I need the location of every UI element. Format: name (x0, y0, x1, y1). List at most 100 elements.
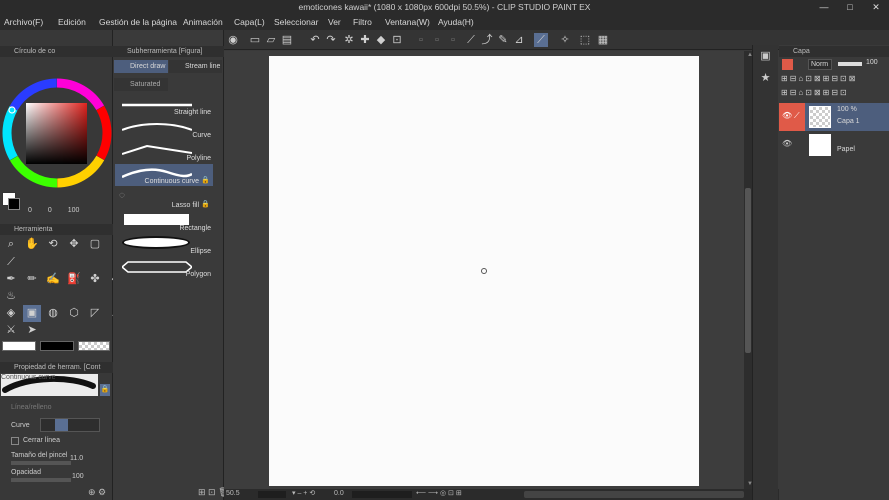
menu-filtro[interactable]: Filtro (353, 17, 372, 27)
invert-icon[interactable]: ▫ (430, 33, 444, 47)
curve-type-selector[interactable] (40, 418, 100, 432)
decoration-icon[interactable]: ✤ (86, 271, 104, 288)
new-file-icon[interactable]: ▭ (248, 33, 262, 47)
redo-icon[interactable]: ↷ (324, 33, 338, 47)
fill-icon[interactable]: ◈ (2, 305, 20, 322)
selection-icon[interactable]: ▢ (86, 236, 104, 253)
navigator-icon[interactable]: ▣ (758, 49, 773, 64)
angle-slider[interactable] (352, 491, 412, 498)
curve-type-selected[interactable] (55, 419, 68, 431)
layer-row-capa-1[interactable]: 👁 ⟋ 100 % Capa 1 (779, 103, 889, 131)
favorite-icon[interactable]: ★ (758, 71, 773, 86)
transform-icon[interactable]: ⊡ (390, 33, 404, 47)
curve-icon[interactable]: ⤴ (480, 33, 494, 47)
navigation-icons[interactable]: ⟵ ⟶ ◎ ⊡ ⊞ (416, 489, 462, 497)
tool-row-4: ♨ (2, 288, 20, 305)
airbrush-icon[interactable]: ⛽ (65, 271, 83, 288)
menu-ayuda[interactable]: Ayuda(H) (438, 17, 474, 27)
color-wheel[interactable] (0, 76, 113, 191)
eye-icon[interactable]: 👁 (782, 139, 792, 148)
balloon-icon[interactable]: ⚔ (2, 322, 20, 339)
frame-icon[interactable]: ⬡ (65, 305, 83, 322)
vertical-scrollbar-thumb[interactable] (745, 188, 751, 353)
tab-direct-draw[interactable]: Direct draw (114, 60, 168, 73)
frame-select-icon[interactable]: ⬚ (578, 33, 592, 47)
ellipse-preview (122, 236, 190, 249)
eyedropper-icon[interactable]: ⟋ (2, 254, 20, 271)
edit-line-icon[interactable]: ✎ (496, 33, 510, 47)
deselect-icon[interactable]: ▫ (414, 33, 428, 47)
horizontal-scrollbar[interactable] (524, 491, 744, 498)
clear-icon[interactable]: ✚ (358, 33, 372, 47)
layer-toolbar-icons-1[interactable]: ⊞⊟⌂⊡⊠⊞⊟⊡⊠ (781, 74, 857, 83)
layer-row-papel[interactable]: 👁 Papel (779, 131, 889, 159)
subtool-curve[interactable]: Curve (115, 118, 213, 140)
main-color-chip[interactable] (2, 341, 36, 351)
subtool-polygon[interactable]: Polygon (115, 257, 213, 279)
zoom-value[interactable]: 50.5 (226, 490, 240, 497)
gradient-icon[interactable]: ◍ (44, 305, 62, 322)
fill-layer-icon[interactable]: ◆ (374, 33, 388, 47)
blend-mode-select[interactable]: Norm (808, 59, 832, 70)
subtool-ellipse[interactable]: Ellipse (115, 234, 213, 256)
layer-color-swatch[interactable] (782, 59, 793, 70)
main-color-swatch[interactable] (8, 198, 20, 210)
crop-icon[interactable]: ▫ (446, 33, 460, 47)
angle-value[interactable]: 0.0 (334, 490, 344, 497)
blend-icon[interactable]: ♨ (2, 288, 20, 305)
pencil-icon[interactable]: ✏ (23, 271, 41, 288)
menu-archivo[interactable]: Archivo(F) (4, 17, 43, 27)
undo-icon[interactable]: ↶ (308, 33, 322, 47)
save-icon[interactable]: ▤ (280, 33, 294, 47)
brush-icon[interactable]: ✍ (44, 271, 62, 288)
magnifier-icon[interactable]: ⌕ (2, 236, 20, 253)
clip-icon[interactable]: ◉ (226, 33, 240, 47)
subtool-continuous-curve[interactable]: Continuous curve 🔒 (115, 164, 213, 186)
correct-line-icon[interactable]: ➤ (23, 322, 41, 339)
layer-opacity-slider[interactable] (838, 62, 862, 66)
snap-icon[interactable]: ⊿ (512, 33, 526, 47)
wand-icon[interactable]: ✧ (558, 33, 572, 47)
open-icon[interactable]: ▱ (264, 33, 278, 47)
ruler-snap-icon[interactable]: ⟋ (534, 33, 548, 47)
subtool-rectangle[interactable]: Rectangle (115, 211, 213, 233)
menu-ventana[interactable]: Ventana(W) (385, 17, 430, 27)
color-values: 0 0 100 (28, 207, 79, 214)
hand-icon[interactable]: ✋ (23, 236, 41, 253)
subtool-label: Ellipse (190, 248, 211, 255)
lock-icon[interactable]: 🔒 (100, 384, 110, 396)
minimize-button[interactable]: — (811, 0, 837, 15)
tab-saturated[interactable]: Saturated (114, 78, 168, 91)
menu-seleccionar[interactable]: Seleccionar (274, 17, 318, 27)
maximize-button[interactable]: □ (837, 0, 863, 15)
tab-stream-line[interactable]: Stream line (169, 60, 222, 73)
subtool-straight-line[interactable]: Straight line (115, 95, 213, 117)
settings-icon[interactable]: ✲ (342, 33, 356, 47)
brush-size-slider[interactable] (11, 461, 71, 465)
figure-icon[interactable]: ▣ (23, 305, 41, 322)
menu-gestion-pagina[interactable]: Gestión de la página (99, 17, 177, 27)
close-line-checkbox[interactable] (11, 437, 19, 445)
menu-capa[interactable]: Capa(L) (234, 17, 265, 27)
opacity-slider[interactable] (11, 478, 71, 482)
transparent-color-chip[interactable] (78, 341, 110, 351)
subtool-lasso-fill[interactable]: ◌ Lasso fill 🔒 (115, 188, 213, 210)
ruler-icon[interactable]: ◸ (86, 305, 104, 322)
grid-icon[interactable]: ▦ (596, 33, 610, 47)
pen-edit-icon[interactable]: ⟋ (794, 111, 800, 121)
line-icon[interactable]: ⟋ (464, 33, 478, 47)
zoom-controls[interactable]: ▾ – + ⟲ (292, 489, 315, 497)
eye-icon[interactable]: 👁 (782, 111, 792, 120)
pen-icon[interactable]: ✒ (2, 271, 20, 288)
rotate-icon[interactable]: ⟲ (44, 236, 62, 253)
move-icon[interactable]: ✥ (65, 236, 83, 253)
menu-animacion[interactable]: Animación (183, 17, 223, 27)
menu-ver[interactable]: Ver (328, 17, 341, 27)
sub-color-chip[interactable] (40, 341, 74, 351)
zoom-slider[interactable] (258, 491, 286, 498)
layer-toolbar-icons-2[interactable]: ⊞⊟⌂⊡⊠⊞⊟⊡ (781, 88, 849, 97)
menu-edicion[interactable]: Edición (58, 17, 86, 27)
layer-visibility-edit[interactable]: 👁 ⟋ (779, 103, 805, 131)
subtool-polyline[interactable]: Polyline (115, 141, 213, 163)
close-button[interactable]: ✕ (863, 0, 889, 15)
